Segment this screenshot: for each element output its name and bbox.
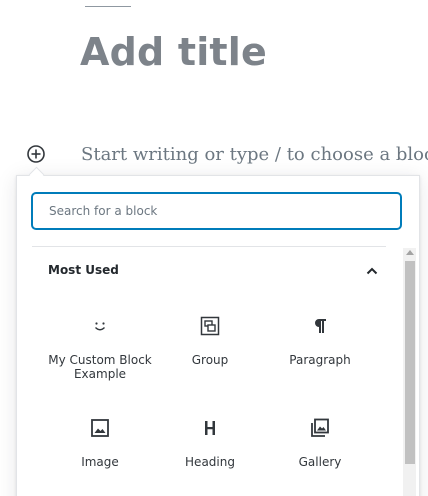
group-icon — [200, 316, 220, 336]
block-item-heading[interactable]: Heading — [155, 408, 265, 488]
heading-icon — [205, 421, 215, 435]
block-label: My Custom Block Example — [48, 353, 152, 381]
block-label: Heading — [185, 455, 235, 469]
panel-title: Most Used — [48, 263, 119, 277]
image-icon — [91, 419, 109, 437]
plus-circle-icon — [27, 145, 45, 163]
smiley-icon — [95, 322, 105, 331]
block-label: Image — [81, 455, 119, 469]
block-item-paragraph[interactable]: Paragraph — [265, 306, 375, 386]
scrollbar-thumb[interactable] — [405, 261, 415, 464]
block-item-my-custom-block-example[interactable]: My Custom Block Example — [45, 306, 155, 386]
add-block-button[interactable] — [26, 144, 46, 164]
block-inserter-popover: Most Used My Custom Block Example — [16, 175, 420, 496]
post-title[interactable]: Add title — [80, 28, 267, 76]
block-editor: Add title Start writing or type / to cho… — [0, 0, 428, 496]
block-label: Gallery — [298, 455, 342, 469]
paragraph-icon — [315, 319, 326, 333]
block-label: Group — [191, 353, 229, 367]
block-item-image[interactable]: Image — [45, 408, 155, 488]
scroll-up-arrow-icon[interactable] — [406, 250, 414, 255]
block-search-input[interactable] — [32, 193, 401, 229]
block-search — [32, 193, 401, 229]
chevron-up-icon — [366, 267, 378, 275]
default-block-placeholder[interactable]: Start writing or type / to choose a bloc… — [81, 142, 428, 168]
divider — [32, 246, 386, 247]
block-label: Paragraph — [289, 353, 351, 367]
block-item-gallery[interactable]: Gallery — [265, 408, 375, 488]
title-divider — [85, 6, 131, 7]
block-item-group[interactable]: Group — [155, 306, 265, 386]
most-used-panel-toggle[interactable]: Most Used — [32, 256, 386, 286]
gallery-icon — [311, 418, 329, 437]
